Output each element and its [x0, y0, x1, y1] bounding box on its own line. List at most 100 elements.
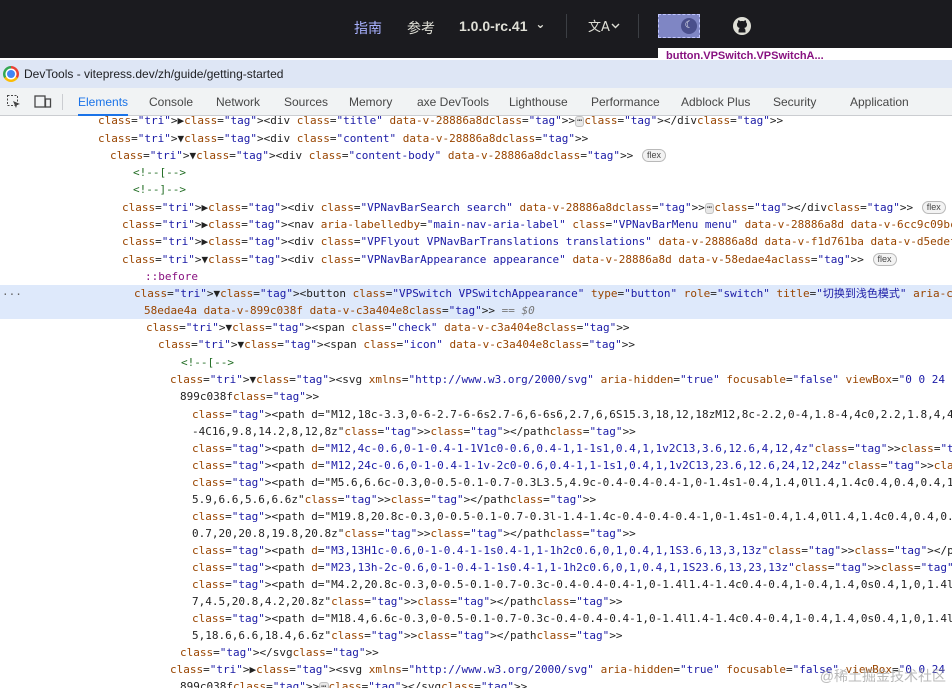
dom-node-text: 58edae4a data-v-899c038f data-v-c3a404e8… [144, 304, 535, 317]
tab-elements[interactable]: Elements [78, 88, 129, 116]
dom-node-line[interactable]: 899c038fclass="tag">> ⋯ class="tag"></svgc… [0, 678, 952, 688]
chevron-down-icon: ⌄ [535, 17, 546, 31]
devtools-tabbar: Elements Console Network Sources Memory … [0, 88, 952, 116]
dom-node-line[interactable]: class="tag"><path d="M12,24c-0.6,0-1-0.4… [0, 457, 952, 474]
dom-node-text: class="tag"><path d="M5.6,6.6c-0.3,0-0.5… [192, 476, 952, 489]
dom-node-line[interactable]: class="tag"><path d="M19.8,20.8c-0.3,0-0… [0, 508, 952, 525]
nav-separator [638, 14, 639, 38]
dom-node-line[interactable]: class="tag"><path d="M12,18c-3.3,0-6-2.7… [0, 406, 952, 423]
nav-link-reference[interactable]: 参考 [407, 18, 435, 38]
dom-node-line[interactable]: class="tag"><path d="M4.2,20.8c-0.3,0-0.… [0, 576, 952, 593]
dom-node-text: class="tri">▶class="tag"><nav aria-label… [122, 218, 952, 231]
dom-node-text: <!--[--> [133, 166, 186, 179]
dom-node-line[interactable]: class="tag"><path d="M12,4c-0.6,0-1-0.4-… [0, 440, 952, 457]
tab-memory[interactable]: Memory [349, 88, 392, 116]
dom-node-line[interactable]: 7,4.5,20.8,4.2,20.8z"class="tag">>class=… [0, 593, 952, 610]
dom-node-text: class="tri">▼class="tag"><div class="con… [98, 132, 589, 145]
dom-node-text: class="tri">▼class="tag"><div class="VPN… [122, 253, 897, 266]
dom-node-text: class="tri">▶class="tag"><div class="VPN… [122, 201, 946, 214]
dom-node-line[interactable]: -4C16,9.8,14.2,8,12,8z"class="tag">>clas… [0, 423, 952, 440]
dom-node-text: class="tag"></svgclass="tag">> [180, 646, 379, 659]
dom-node-line-selected[interactable]: 58edae4a data-v-899c038f data-v-c3a404e8… [0, 302, 952, 319]
dom-node-text: class="tri">▶class="tag"><div class="tit… [98, 116, 784, 127]
dom-node-line[interactable]: class="tri">▼class="tag"><div class="con… [0, 147, 952, 164]
dom-node-text: class="tri">▼class="tag"><span class="ic… [158, 338, 635, 351]
dom-node-text: class="tag"><path d="M23,13h-2c-0.6,0-1-… [192, 561, 952, 574]
dom-node-text: 5,18.6,6.6,18.4,6.6z"class="tag">>class=… [192, 629, 623, 642]
dom-node-line[interactable]: class="tri">▼class="tag"><span class="ic… [0, 336, 952, 353]
dom-node-line[interactable]: class="tri">▶class="tag"><nav aria-label… [0, 216, 952, 233]
moon-icon: ☾ [681, 18, 697, 34]
dom-node-line[interactable]: 5.9,6.6,5.6,6.6z"class="tag">>class="tag… [0, 491, 952, 508]
dom-node-line[interactable]: class="tri">▶class="tag"><svg xmlns="htt… [0, 661, 952, 678]
dom-node-line[interactable]: class="tri">▶class="tag"><div class="VPN… [0, 199, 952, 216]
dom-node-text: class="tag"><path d="M18.4,6.6c-0.3,0-0.… [192, 612, 952, 625]
nav-link-guide[interactable]: 指南 [354, 18, 382, 38]
dom-node-line[interactable]: class="tag"><path d="M3,13H1c-0.6,0-1-0.… [0, 542, 952, 559]
dom-node-text: ::before [145, 270, 198, 283]
more-options-dots[interactable]: ... [2, 285, 22, 298]
tab-adblock-plus[interactable]: Adblock Plus [681, 88, 750, 116]
toolbar-divider [62, 94, 63, 110]
dom-node-text: class="tag"><path d="M4.2,20.8c-0.3,0-0.… [192, 578, 952, 591]
tab-security[interactable]: Security [773, 88, 816, 116]
dom-node-text: 899c038fclass="tag">> ⋯ class="tag"></svgc… [180, 680, 527, 688]
site-navbar: 指南 参考 1.0.0-rc.41 ⌄ 文A ☾ button.VPSwitch… [0, 0, 952, 60]
dom-node-text: class="tri">▼class="tag"><button class="… [134, 287, 952, 300]
dom-comment-line[interactable]: <!--[--> [0, 164, 952, 181]
element-hover-tooltip: button.VPSwitch.VPSwitchA... [658, 48, 952, 60]
dom-comment-line[interactable]: <!--]--> [0, 181, 952, 198]
tab-performance[interactable]: Performance [591, 88, 660, 116]
tab-application[interactable]: Application [850, 88, 909, 116]
dom-node-line[interactable]: class="tri">▼class="tag"><div class="VPN… [0, 251, 952, 268]
elements-tree: class="tri">▶class="tag"><div class="tit… [0, 116, 952, 688]
dom-node-text: -4C16,9.8,14.2,8,12,8z"class="tag">>clas… [192, 425, 636, 438]
watermark: @稀土掘金技术社区 [819, 668, 946, 684]
dom-node-line[interactable]: class="tag"><path d="M23,13h-2c-0.6,0-1-… [0, 559, 952, 576]
devtools-window-title: DevTools - vitepress.dev/zh/guide/gettin… [24, 67, 284, 81]
dom-node-line[interactable]: class="tri">▶class="tag"><div class="VPF… [0, 233, 952, 250]
device-toolbar-icon[interactable] [34, 94, 52, 110]
dom-node-text: class="tag"><path d="M12,18c-3.3,0-6-2.7… [192, 408, 952, 421]
dom-node-line[interactable]: class="tri">▼class="tag"><span class="ch… [0, 319, 952, 336]
dom-node-text: <!--]--> [133, 183, 186, 196]
dom-node-text: 7,4.5,20.8,4.2,20.8z"class="tag">>class=… [192, 595, 623, 608]
dom-pseudo-line[interactable]: ::before [0, 268, 952, 285]
dom-node-line[interactable]: class="tag"><path d="M5.6,6.6c-0.3,0-0.5… [0, 474, 952, 491]
dom-node-text: class="tri">▶class="tag"><div class="VPF… [122, 235, 952, 248]
dom-node-line[interactable]: class="tri">▼class="tag"><svg xmlns="htt… [0, 371, 952, 388]
dom-node-line[interactable]: class="tri">▼class="tag"><div class="con… [0, 130, 952, 147]
devtools-titlebar: DevTools - vitepress.dev/zh/guide/gettin… [0, 60, 952, 88]
translate-icon[interactable]: 文A [588, 17, 620, 39]
dom-node-line[interactable]: 5,18.6,6.6,18.4,6.6z"class="tag">>class=… [0, 627, 952, 644]
dom-node-line[interactable]: 899c038fclass="tag">> [0, 388, 952, 405]
dom-node-line-selected[interactable]: class="tri">▼class="tag"><button class="… [0, 285, 952, 302]
dom-node-text: 0.7,20,20.8,19.8,20.8z"class="tag">>clas… [192, 527, 636, 540]
inspect-element-icon[interactable] [6, 94, 22, 110]
version-menu[interactable]: 1.0.0-rc.41 ⌄ [459, 17, 546, 34]
dom-node-line[interactable]: 0.7,20,20.8,19.8,20.8z"class="tag">>clas… [0, 525, 952, 542]
dom-node-line[interactable]: class="tri">▶class="tag"><div class="tit… [0, 116, 952, 129]
tab-console[interactable]: Console [149, 88, 193, 116]
dom-comment-line[interactable]: <!--[--> [0, 354, 952, 371]
dom-node-text: class="tag"><path d="M12,24c-0.6,0-1-0.4… [192, 459, 952, 472]
dom-node-text: class="tag"><path d="M12,4c-0.6,0-1-0.4-… [192, 442, 952, 455]
tab-network[interactable]: Network [216, 88, 260, 116]
tab-lighthouse[interactable]: Lighthouse [509, 88, 568, 116]
nav-separator [566, 14, 567, 38]
svg-text:文A: 文A [588, 20, 610, 35]
dom-node-line[interactable]: class="tag"><path d="M18.4,6.6c-0.3,0-0.… [0, 610, 952, 627]
dom-node-text: class="tag"><path d="M3,13H1c-0.6,0-1-0.… [192, 544, 952, 557]
dom-node-line[interactable]: class="tag"></svgclass="tag">> [0, 644, 952, 661]
dom-node-text: class="tri">▼class="tag"><span class="ch… [146, 321, 630, 334]
dom-node-text: <!--[--> [181, 356, 234, 369]
dom-node-text: class="tri">▼class="tag"><svg xmlns="htt… [170, 373, 952, 386]
tab-sources[interactable]: Sources [284, 88, 328, 116]
tab-axe-devtools[interactable]: axe DevTools [417, 88, 489, 116]
appearance-switch[interactable]: ☾ [658, 14, 700, 38]
dom-node-text: 5.9,6.6,5.6,6.6z"class="tag">>class="tag… [192, 493, 597, 506]
chrome-logo-icon [3, 66, 19, 82]
github-icon[interactable] [732, 16, 752, 40]
dom-node-text: class="tri">▼class="tag"><div class="con… [110, 149, 666, 162]
dom-node-text: 899c038fclass="tag">> [180, 390, 320, 403]
